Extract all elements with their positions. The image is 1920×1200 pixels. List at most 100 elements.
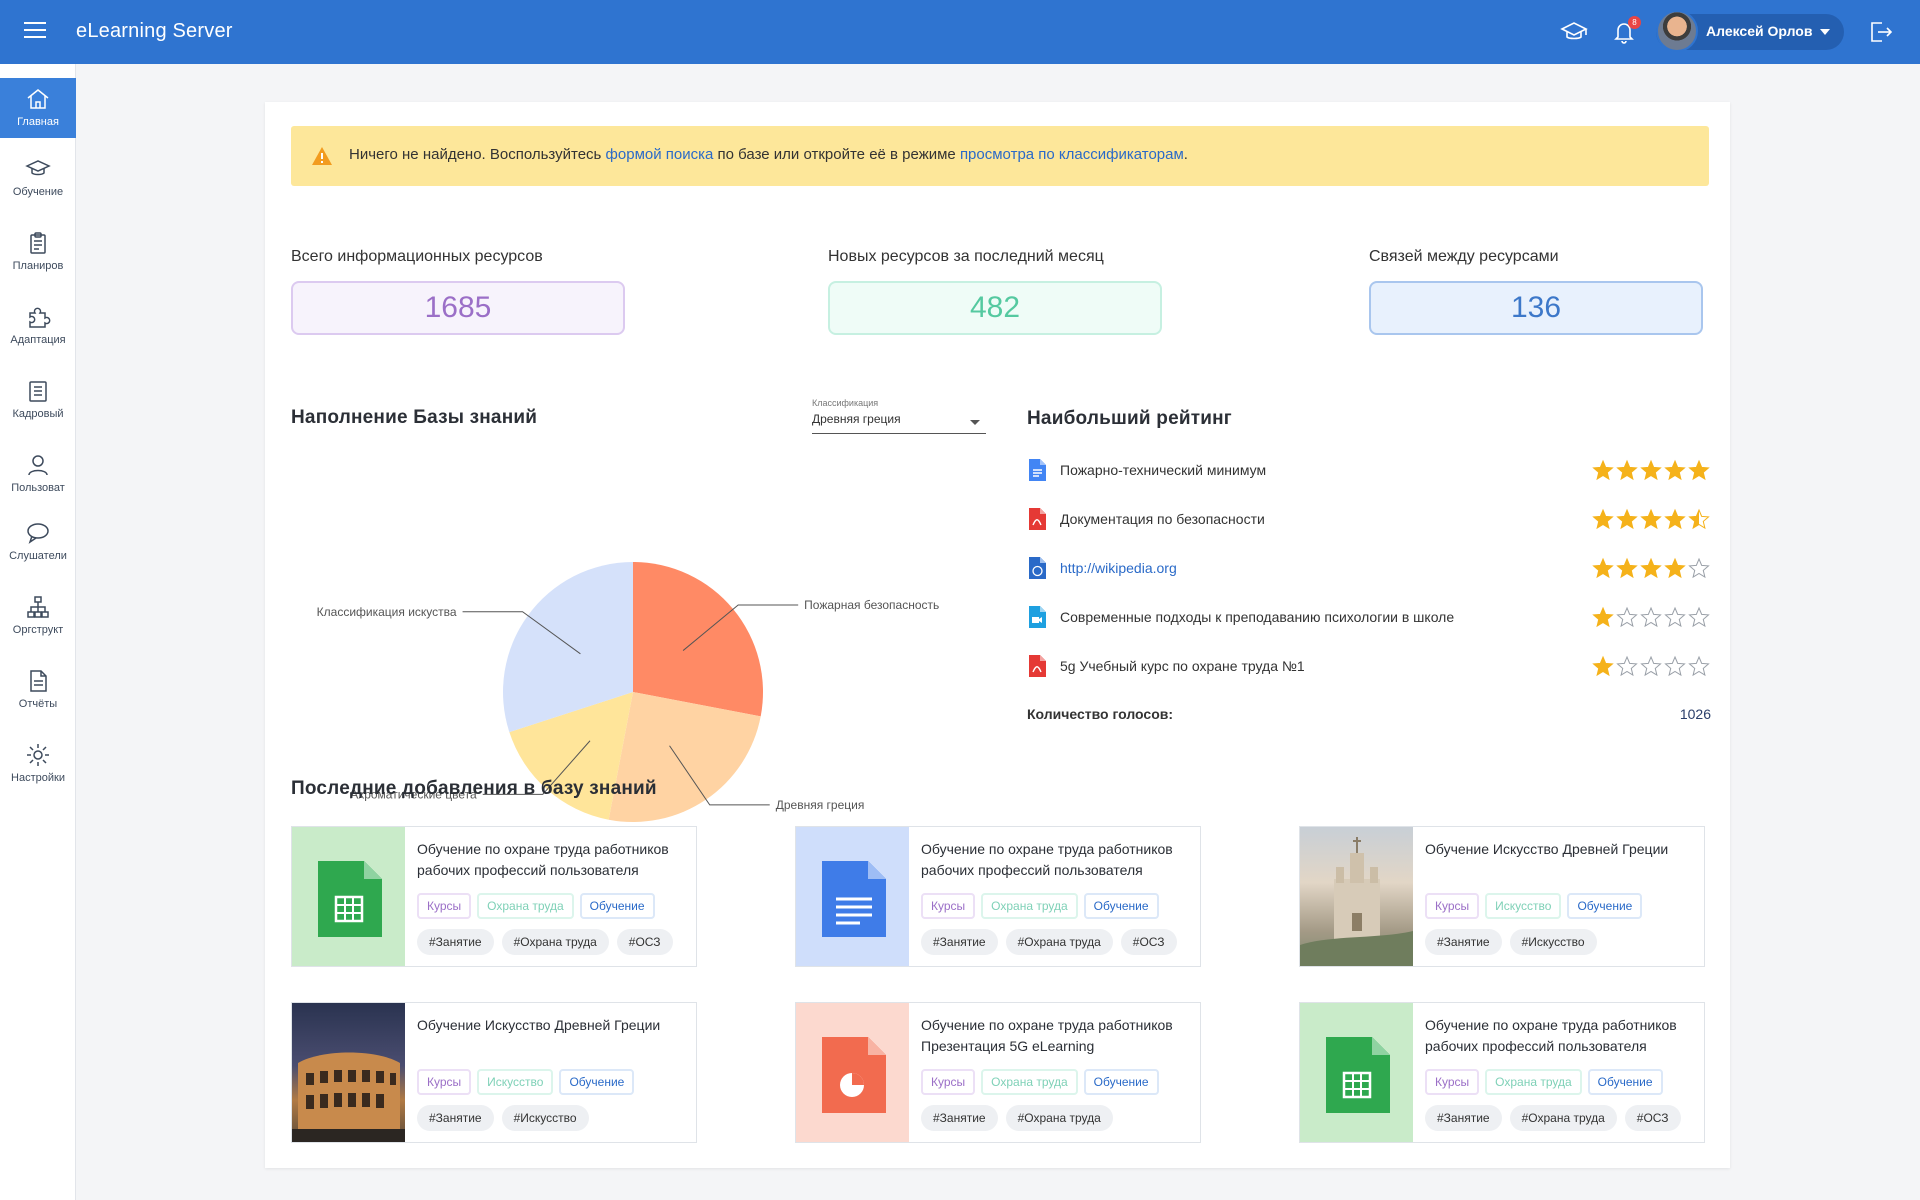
sidebar: Главная Обучение Планиров Адаптация Кадр… (0, 64, 76, 1200)
chip[interactable]: Охрана труда (981, 893, 1078, 919)
sidebar-item-orgstructure[interactable]: Оргструкт (0, 586, 76, 646)
category-chips: Курсы Охрана труда Обучение (1425, 1069, 1669, 1095)
classifier-view-link[interactable]: просмотра по классификаторам (960, 146, 1184, 163)
hashtag[interactable]: #Искусство (501, 1105, 589, 1131)
hashtag[interactable]: #Занятие (921, 929, 998, 955)
hashtag[interactable]: #Занятие (1425, 1105, 1502, 1131)
rating-item-name: Пожарно-технический минимум (1060, 462, 1267, 478)
chip[interactable]: Обучение (1083, 1069, 1159, 1095)
rating-stars (1592, 459, 1710, 481)
gear-icon (27, 744, 49, 766)
resource-title: Обучение Искусство Древней Греции (417, 1017, 661, 1033)
report-icon (30, 670, 47, 692)
rating-row[interactable]: http://wikipedia.org (1027, 554, 1711, 584)
pdf-icon (1029, 508, 1046, 530)
star-icon (1592, 655, 1614, 677)
classification-select[interactable]: Классификация Древняя греция (812, 398, 986, 434)
hashtag[interactable]: #ОСЗ (1120, 929, 1177, 955)
chip[interactable]: Обучение (1587, 1069, 1663, 1095)
star-icon (1616, 459, 1638, 481)
resource-title: Обучение по охране труда работников рабо… (417, 841, 669, 878)
empty-search-alert: Ничего не найдено. Воспользуйтесь формой… (291, 126, 1709, 186)
star-icon (1664, 655, 1686, 677)
rating-row[interactable]: Современные подходы к преподаванию психо… (1027, 603, 1711, 633)
rating-row[interactable]: 5g Учебный курс по охране труда №1 (1027, 652, 1711, 682)
chip[interactable]: Охрана труда (477, 893, 574, 919)
chip[interactable]: Искусство (1485, 893, 1562, 919)
chip[interactable]: Охрана труда (1485, 1069, 1582, 1095)
hashtag[interactable]: #Искусство (1509, 929, 1597, 955)
chip[interactable]: Курсы (1425, 1069, 1480, 1095)
sidebar-item-learning[interactable]: Обучение (0, 148, 76, 208)
sidebar-item-planning[interactable]: Планиров (0, 222, 76, 282)
star-icon (1688, 557, 1710, 579)
hashtag[interactable]: #Занятие (417, 929, 494, 955)
chip[interactable]: Курсы (921, 893, 976, 919)
chip[interactable]: Курсы (921, 1069, 976, 1095)
hashtag[interactable]: #Охрана труда (1509, 1105, 1617, 1131)
rating-row[interactable]: Пожарно-технический минимум (1027, 456, 1711, 486)
resource-card[interactable]: Обучение по охране труда работников рабо… (795, 826, 1201, 967)
document-icon (29, 381, 47, 402)
star-icon (1616, 557, 1638, 579)
hashtag[interactable]: #Занятие (417, 1105, 494, 1131)
star-icon (1664, 459, 1686, 481)
graduation-cap-icon (25, 160, 51, 176)
chip[interactable]: Курсы (417, 1069, 472, 1095)
hashtag[interactable]: #Занятие (921, 1105, 998, 1131)
star-icon (1592, 459, 1614, 481)
top-app-bar: eLearning Server 8 Алексей Орлов (0, 0, 1920, 64)
chip[interactable]: Обучение (559, 1069, 635, 1095)
sidebar-item-reports[interactable]: Отчёты (0, 660, 76, 720)
sidebar-item-settings[interactable]: Настройки (0, 734, 76, 794)
chip[interactable]: Обучение (1083, 893, 1159, 919)
sidebar-item-adaptation[interactable]: Адаптация (0, 296, 76, 356)
chip[interactable]: Курсы (1425, 893, 1480, 919)
hashtag[interactable]: #Охрана труда (1005, 929, 1113, 955)
chip[interactable]: Курсы (417, 893, 472, 919)
org-chart-icon (27, 596, 49, 618)
rating-row[interactable]: Документация по безопасности (1027, 505, 1711, 535)
pie-slice[interactable] (633, 562, 763, 717)
category-chips: Курсы Охрана труда Обучение (417, 893, 661, 919)
alert-text-part: Ничего не найдено. Воспользуйтесь (349, 146, 606, 163)
star-icon (1664, 557, 1686, 579)
sidebar-item-users[interactable]: Пользоват (0, 444, 76, 504)
resource-card[interactable]: Обучение Искусство Древней Греции Курсы И… (1299, 826, 1705, 967)
star-icon (1664, 508, 1686, 530)
sidebar-item-label: Отчёты (18, 698, 58, 710)
sidebar-item-label: Обучение (12, 186, 64, 198)
logout-icon[interactable] (1866, 18, 1894, 46)
sidebar-item-hr[interactable]: Кадровый (0, 370, 76, 430)
hashtag[interactable]: #Охрана труда (1005, 1105, 1113, 1131)
chip[interactable]: Охрана труда (981, 1069, 1078, 1095)
chip[interactable]: Обучение (1567, 893, 1643, 919)
menu-icon[interactable] (24, 22, 46, 42)
hashtag[interactable]: #Занятие (1425, 929, 1502, 955)
search-form-link[interactable]: формой поиска (606, 146, 714, 163)
hashtag[interactable]: #ОСЗ (616, 929, 673, 955)
bell-icon[interactable]: 8 (1610, 16, 1641, 46)
resource-thumbnail (292, 1003, 405, 1142)
chip[interactable]: Искусство (477, 1069, 554, 1095)
knowledge-base-title: Наполнение Базы знаний (291, 407, 538, 428)
graduation-cap-icon[interactable] (1560, 18, 1588, 46)
resource-card[interactable]: Обучение по охране труда работников рабо… (291, 826, 697, 967)
resource-card[interactable]: Обучение по охране труда работников През… (795, 1002, 1201, 1143)
hashtag[interactable]: #Охрана труда (501, 929, 609, 955)
stat-value-new: 482 (828, 281, 1162, 335)
star-icon (1640, 508, 1662, 530)
sidebar-item-listeners[interactable]: Слушатели (0, 512, 76, 572)
rating-stars (1592, 508, 1710, 530)
spreadsheet-icon (318, 861, 382, 937)
spreadsheet-icon (1326, 1037, 1390, 1113)
resource-card[interactable]: Обучение Искусство Древней Греции Курсы И… (291, 1002, 697, 1143)
user-menu[interactable]: Алексей Орлов (1656, 10, 1844, 52)
rating-item-link[interactable]: http://wikipedia.org (1060, 560, 1177, 576)
pdf-icon (1029, 655, 1046, 677)
chip[interactable]: Обучение (579, 893, 655, 919)
hashtag[interactable]: #ОСЗ (1624, 1105, 1681, 1131)
sidebar-item-home[interactable]: Главная (0, 78, 76, 138)
presentation-icon (822, 1037, 886, 1113)
resource-card[interactable]: Обучение по охране труда работников рабо… (1299, 1002, 1705, 1143)
